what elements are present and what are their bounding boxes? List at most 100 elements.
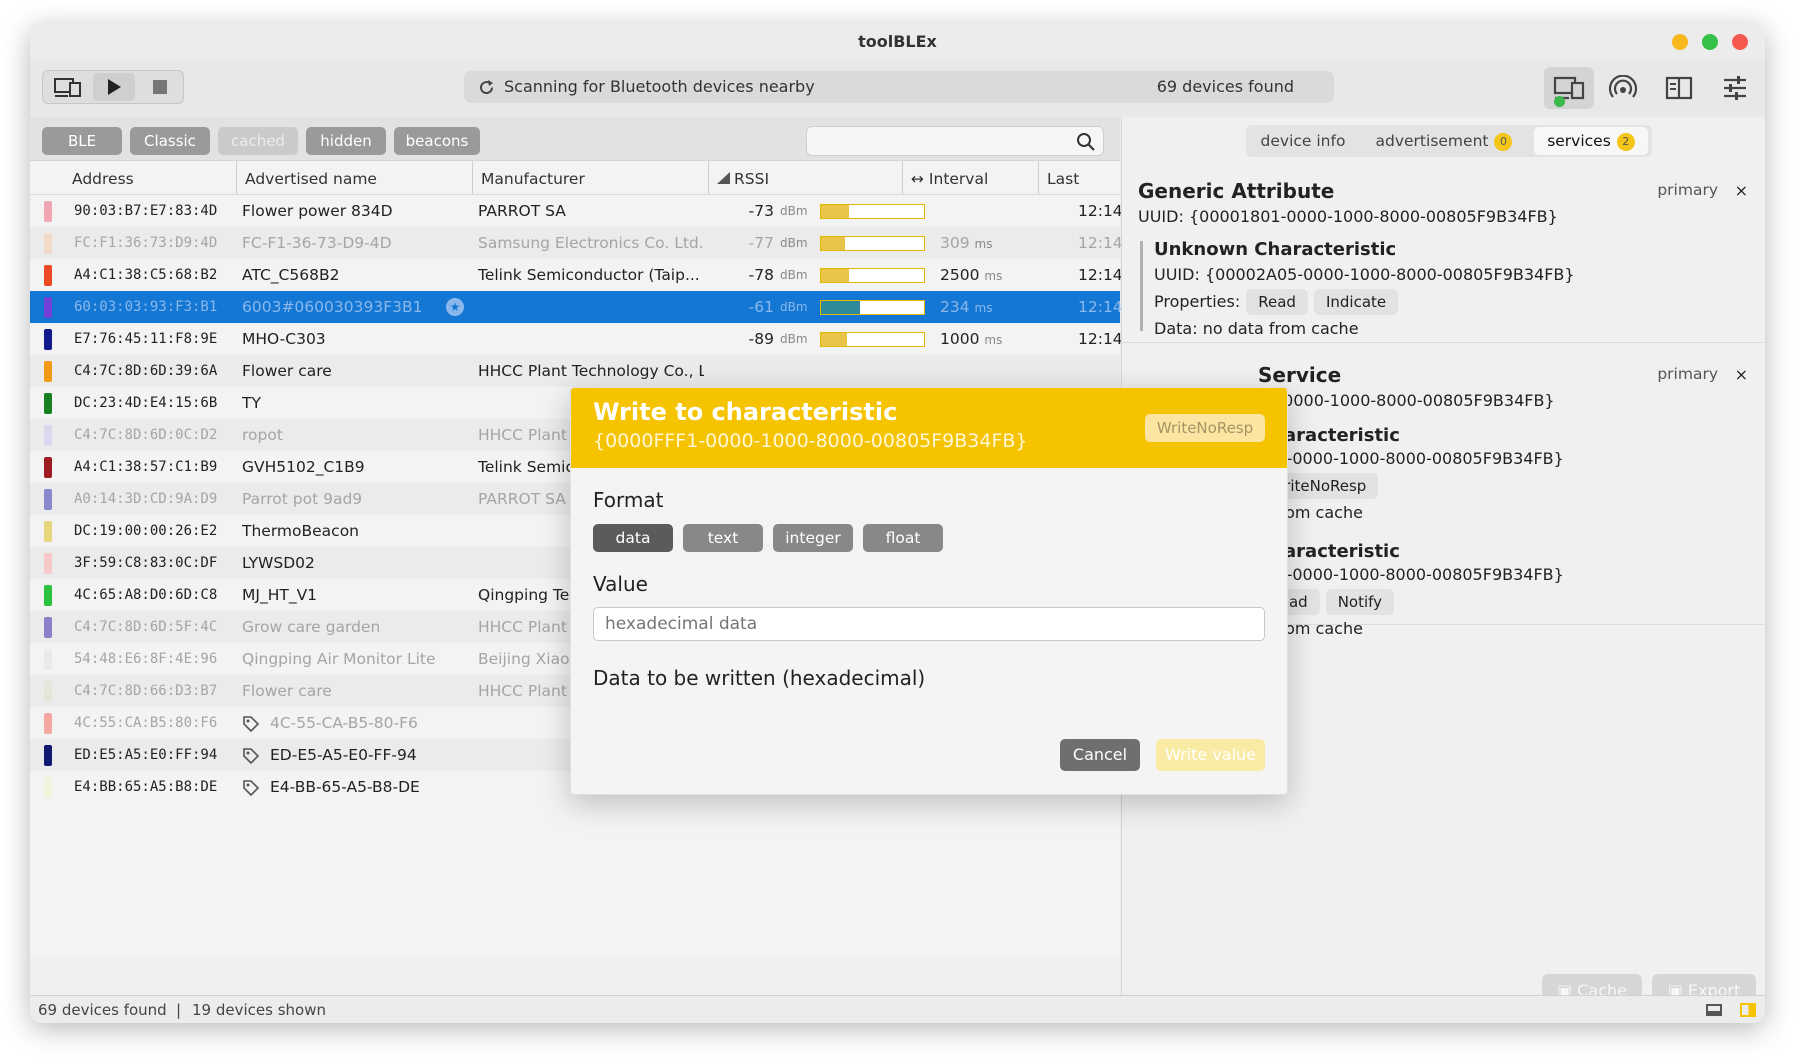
table-row[interactable]: E7:76:45:11:F8:9E MHO-C303 -89 dBm 1000 ms 12…: [30, 323, 1123, 355]
search-input[interactable]: [806, 126, 1104, 156]
broadcast-icon: [1608, 75, 1638, 98]
filter-ble[interactable]: BLE: [42, 127, 122, 155]
characteristic-uuid: FF4-0000-1000-8000-00805F9B34FB}: [1258, 565, 1564, 584]
device-color-tag: [44, 777, 52, 798]
column-interval[interactable]: ↔ Interval: [902, 161, 988, 195]
scan-status: Scanning for Bluetooth devices nearby 69…: [464, 71, 1334, 103]
column-address[interactable]: Address: [72, 161, 134, 195]
advertising-view-button[interactable]: [1598, 67, 1648, 109]
status-bar: 69 devices found | 19 devices shown: [30, 995, 1765, 1023]
device-address: 3F:59:C8:83:0C:DF: [74, 555, 218, 571]
uuid-value: {00001801-0000-1000-8000-00805F9B34FB}: [1188, 207, 1558, 226]
characteristic-uuid: FF1-0000-1000-8000-00805F9B34FB}: [1258, 449, 1564, 468]
rssi-value: -73: [748, 202, 774, 220]
maximize-button[interactable]: [1702, 34, 1718, 50]
search-icon: [1077, 133, 1095, 151]
device-name: GVH5102_C1B9: [242, 458, 365, 476]
toggle-bottom-panel-icon[interactable]: [1706, 1004, 1722, 1016]
service-kind: primary: [1657, 365, 1718, 383]
property-indicate[interactable]: Indicate: [1313, 289, 1399, 315]
star-icon: ★: [446, 298, 464, 316]
format-data[interactable]: data: [593, 524, 673, 552]
rssi-value: -89: [748, 330, 774, 348]
device-manufacturer: Samsung Electronics Co. Ltd.: [478, 234, 704, 252]
stop-scan-button[interactable]: [139, 73, 181, 101]
interval-value: 1000 ms: [940, 330, 1003, 348]
rssi-unit: dBm: [780, 204, 808, 218]
device-address: A0:14:3D:CD:9A:D9: [74, 491, 218, 507]
device-address: A4:C1:38:57:C1:B9: [74, 459, 218, 475]
toggle-side-panel-icon[interactable]: [1740, 1003, 1756, 1017]
adapter-button[interactable]: [47, 73, 89, 101]
device-name: MHO-C303: [242, 330, 326, 348]
collapse-icon[interactable]: ⨯: [1735, 365, 1748, 384]
device-address: A4:C1:38:C5:68:B2: [74, 267, 218, 283]
device-color-tag: [44, 265, 52, 286]
device-name: 4C-55-CA-B5-80-F6: [270, 714, 418, 732]
format-text[interactable]: text: [683, 524, 763, 552]
property-notify[interactable]: Notify: [1325, 589, 1395, 615]
devices-icon: [54, 78, 81, 97]
preview-label: Data to be written (hexadecimal): [593, 666, 926, 690]
stop-icon: [153, 80, 167, 94]
last-seen: 12:14: [1078, 234, 1123, 252]
column-manufacturer[interactable]: Manufacturer: [472, 161, 585, 195]
table-row[interactable]: 60:03:03:93:F3:B1 6003#060030393F3B1 ★ -61 d…: [30, 291, 1123, 323]
device-name: ThermoBeacon: [242, 522, 360, 540]
filter-classic[interactable]: Classic: [130, 127, 210, 155]
start-scan-button[interactable]: [93, 73, 135, 101]
tab-advertisement[interactable]: advertisement 0: [1360, 125, 1528, 157]
rssi-unit: dBm: [780, 236, 808, 250]
data-label: Data:: [1154, 319, 1198, 338]
ubertooth-view-button[interactable]: [1654, 67, 1704, 109]
column-rssi[interactable]: RSSI: [708, 161, 769, 195]
format-integer[interactable]: integer: [773, 524, 853, 552]
column-last-seen[interactable]: Last seen: [1038, 161, 1120, 224]
table-row[interactable]: 90:03:B7:E7:83:4D Flower power 834D PARROT…: [30, 195, 1123, 227]
devices-view-button[interactable]: [1544, 67, 1594, 109]
filter-cached[interactable]: cached: [218, 127, 298, 155]
rssi-unit: dBm: [780, 332, 808, 346]
column-interval-label: Interval: [928, 170, 989, 188]
collapse-icon[interactable]: ⨯: [1735, 181, 1748, 200]
device-color-tag: [44, 745, 52, 766]
device-name: E4-BB-65-A5-B8-DE: [270, 778, 420, 796]
services-count-badge: 2: [1616, 132, 1635, 151]
write-value-button[interactable]: Write value: [1156, 739, 1265, 771]
value-input[interactable]: [593, 607, 1265, 641]
footer-shown: 19 devices shown: [192, 1001, 326, 1019]
format-float[interactable]: float: [863, 524, 943, 552]
device-name: Flower care: [242, 682, 332, 700]
device-name: LYWSD02: [242, 554, 315, 572]
cancel-button[interactable]: Cancel: [1060, 739, 1140, 771]
column-name[interactable]: Advertised name: [236, 161, 377, 195]
write-characteristic-dialog: Write to characteristic {0000FFF1-0000-1…: [570, 387, 1288, 795]
device-name: Qingping Air Monitor Lite: [242, 650, 436, 668]
device-name: TY: [242, 394, 261, 412]
property-read[interactable]: Read: [1246, 289, 1308, 315]
table-row[interactable]: C4:7C:8D:6D:39:6A Flower care HHCC Plant T…: [30, 355, 1120, 387]
table-row[interactable]: A4:C1:38:C5:68:B2 ATC_C568B2 Telink Semico…: [30, 259, 1123, 291]
filter-beacons[interactable]: beacons: [394, 127, 480, 155]
tab-services[interactable]: services 2: [1534, 127, 1648, 155]
device-name: Grow care garden: [242, 618, 381, 636]
service-card: Generic Attribute primary ⨯ UUID: {00001…: [1122, 165, 1765, 343]
tab-services-label: services: [1547, 132, 1611, 150]
device-address: C4:7C:8D:66:D3:B7: [74, 683, 218, 699]
signal-icon: [717, 172, 730, 184]
table-row[interactable]: FC:F1:36:73:D9:4D FC-F1-36-73-D9-4D Samsun…: [30, 227, 1123, 259]
detail-tabs: device info advertisement 0 services 2: [1246, 125, 1652, 157]
device-color-tag: [44, 233, 52, 254]
tab-device-info[interactable]: device info: [1246, 125, 1360, 157]
settings-button[interactable]: [1710, 67, 1760, 109]
rssi-unit: dBm: [780, 268, 808, 282]
minimize-button[interactable]: [1672, 34, 1688, 50]
rssi-bar-fill: [821, 269, 849, 282]
filter-hidden[interactable]: hidden: [306, 127, 386, 155]
rssi-value: -77: [748, 234, 774, 252]
device-color-tag: [44, 713, 52, 734]
close-button[interactable]: [1732, 34, 1748, 50]
rssi-bar: [820, 332, 925, 347]
tag-icon: [243, 716, 260, 733]
title-bar: toolBLEx: [30, 23, 1765, 59]
